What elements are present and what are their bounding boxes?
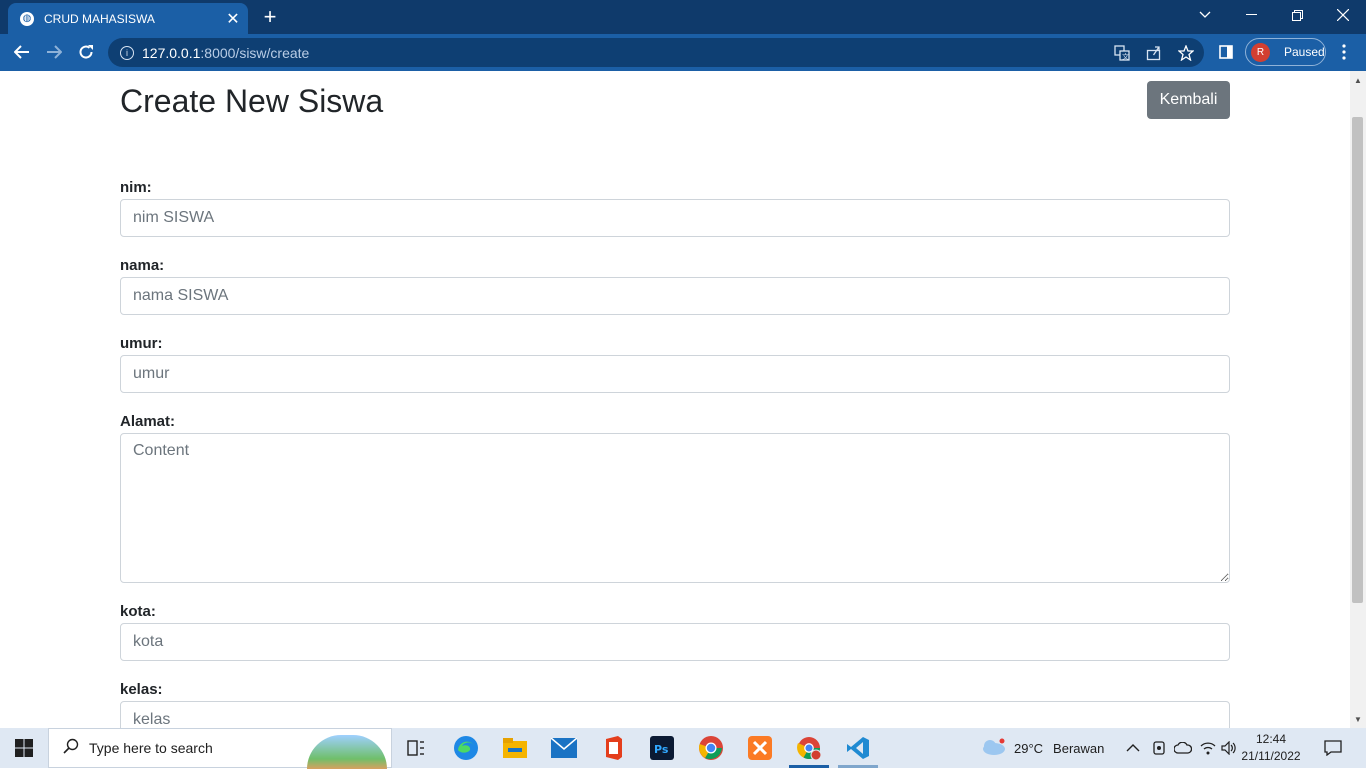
task-view-icon[interactable] [400, 732, 432, 764]
office-icon[interactable] [597, 732, 629, 764]
nama-label: nama: [120, 257, 165, 274]
wifi-icon[interactable] [1200, 728, 1216, 768]
new-tab-button[interactable]: + [258, 4, 282, 30]
chrome-icon[interactable] [695, 732, 727, 764]
cloud-icon [980, 738, 1006, 759]
kembali-button[interactable]: Kembali [1147, 81, 1230, 119]
url-host: 127.0.0.1 [142, 44, 201, 61]
onedrive-cloud-icon[interactable] [1174, 728, 1192, 768]
tab-title: CRUD MAHASISWA [44, 11, 155, 26]
nim-label: nim: [120, 179, 152, 196]
svg-text:文: 文 [1122, 52, 1129, 61]
reload-icon[interactable] [72, 38, 100, 66]
browser-tab[interactable]: ◍ CRUD MAHASISWA ✕ [8, 3, 248, 34]
tab-close-icon[interactable]: ✕ [222, 9, 244, 29]
notification-icon[interactable] [1324, 728, 1342, 768]
photoshop-icon[interactable]: Ps [646, 732, 678, 764]
kelas-input[interactable] [120, 701, 1230, 728]
file-explorer-icon[interactable] [499, 732, 531, 764]
url-path: :8000/sisw/create [200, 44, 310, 61]
scroll-down-arrow-icon[interactable]: ▼ [1350, 712, 1366, 726]
chrome-profile-icon[interactable] [793, 732, 825, 764]
svg-text:Ps: Ps [654, 743, 669, 756]
forward-arrow-icon[interactable] [40, 38, 68, 66]
minimize-button[interactable] [1228, 0, 1274, 30]
kota-input[interactable] [120, 623, 1230, 661]
taskbar-clock[interactable]: 12:44 21/11/2022 [1236, 731, 1306, 765]
clock-date: 21/11/2022 [1241, 749, 1301, 763]
device-icon[interactable] [1152, 728, 1166, 768]
vscode-icon[interactable] [842, 732, 874, 764]
tab-search-chevron-icon[interactable] [1182, 0, 1228, 30]
volume-icon[interactable] [1221, 728, 1237, 768]
browser-titlebar: ◍ CRUD MAHASISWA ✕ + [0, 0, 1366, 34]
windows-start-icon[interactable] [0, 728, 48, 768]
back-arrow-icon[interactable] [8, 38, 36, 66]
weather-description: Berawan [1053, 740, 1105, 756]
browser-toolbar: i 127.0.0.1:8000/sisw/create 文 R Paused [0, 34, 1366, 71]
alamat-textarea[interactable] [120, 433, 1230, 583]
nama-input[interactable] [120, 277, 1230, 315]
kota-label: kota: [120, 603, 156, 620]
search-icon [63, 738, 79, 759]
scrollbar-thumb[interactable] [1352, 117, 1363, 603]
side-panel-icon[interactable] [1212, 38, 1240, 66]
page-scrollbar[interactable]: ▲ ▼ [1350, 71, 1366, 728]
windows-taskbar: Type here to search Ps 29°C Berawan 12:4… [0, 728, 1366, 769]
umur-label: umur: [120, 335, 163, 352]
site-info-icon[interactable]: i [120, 45, 134, 60]
globe-icon: ◍ [20, 11, 34, 26]
avatar: R [1251, 42, 1270, 62]
umur-input[interactable] [120, 355, 1230, 393]
close-window-button[interactable] [1320, 0, 1366, 30]
kelas-label: kelas: [120, 681, 163, 698]
nim-input[interactable] [120, 199, 1230, 237]
address-bar[interactable]: i 127.0.0.1:8000/sisw/create 文 [108, 38, 1204, 67]
tray-chevron-up-icon[interactable] [1126, 728, 1140, 768]
share-icon[interactable] [1140, 38, 1168, 67]
bookmark-star-icon[interactable] [1172, 38, 1200, 67]
edge-icon[interactable] [450, 732, 482, 764]
page-viewport: Create New Siswa Kembali nim: nama: umur… [0, 71, 1350, 728]
profile-status: Paused [1284, 45, 1325, 59]
taskbar-search-box[interactable]: Type here to search [48, 728, 392, 769]
restore-button[interactable] [1274, 0, 1320, 30]
scroll-up-arrow-icon[interactable]: ▲ [1350, 73, 1366, 87]
search-highlight-image [307, 735, 387, 769]
mail-icon[interactable] [548, 732, 580, 764]
xampp-icon[interactable] [744, 732, 776, 764]
weather-temperature: 29°C [1014, 740, 1044, 756]
clock-time: 12:44 [1255, 732, 1287, 746]
profile-button[interactable]: R Paused [1245, 38, 1326, 66]
alamat-label: Alamat: [120, 413, 176, 430]
search-placeholder: Type here to search [89, 740, 213, 756]
weather-widget[interactable]: 29°C Berawan [980, 728, 1104, 768]
page-title: Create New Siswa [120, 83, 384, 119]
kebab-menu-icon[interactable] [1330, 38, 1358, 66]
translate-icon[interactable]: 文 [1108, 38, 1136, 67]
